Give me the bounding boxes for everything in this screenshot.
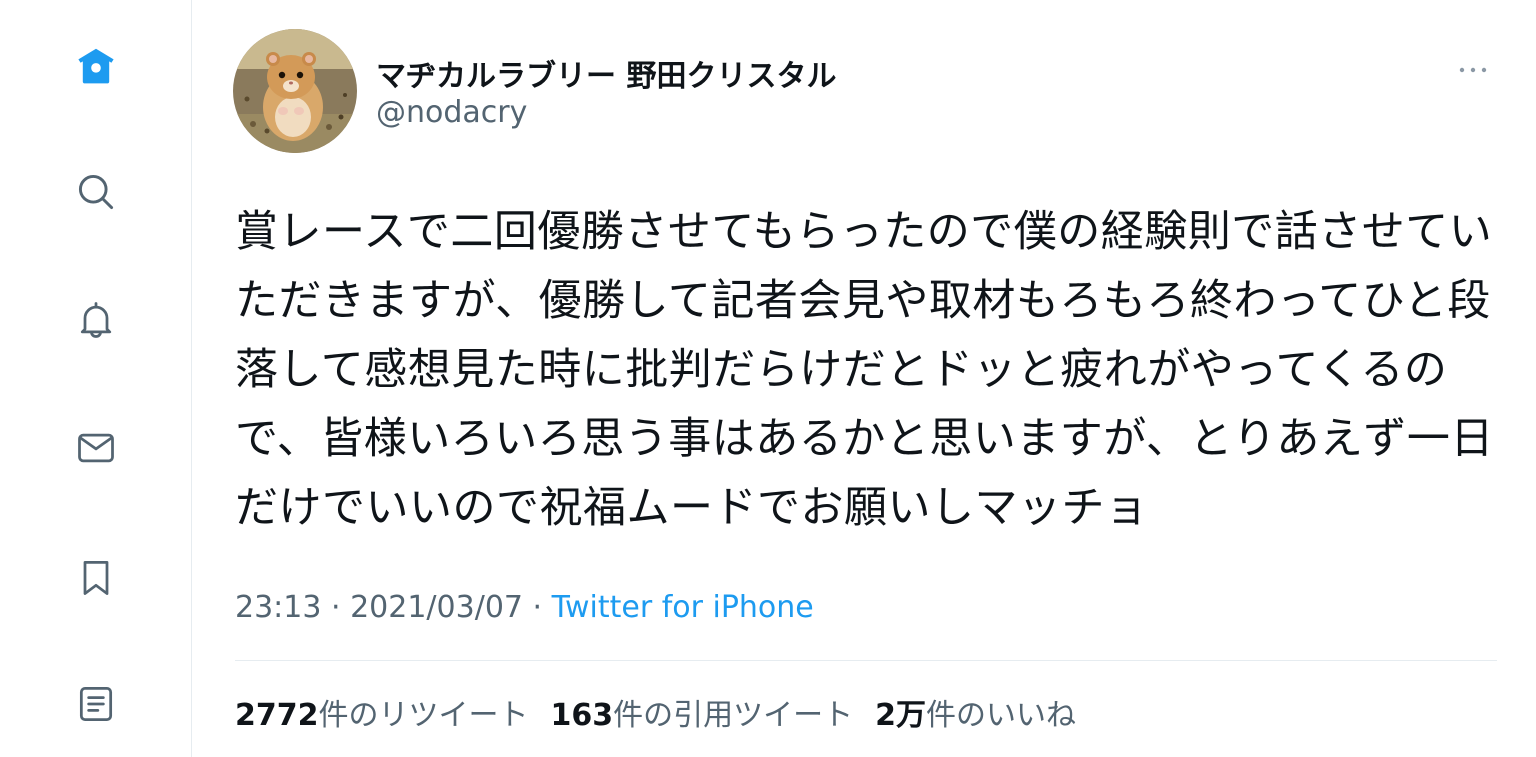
list-icon <box>79 687 113 721</box>
likes-count: 2万 <box>875 698 926 733</box>
nav-notifications[interactable] <box>70 294 122 346</box>
nav-messages[interactable] <box>70 422 122 474</box>
quotes-label: 件の引用ツイート <box>613 698 854 733</box>
bell-icon <box>80 302 112 338</box>
divider <box>235 660 1497 661</box>
tweet-detail: マヂカルラブリー 野田クリスタル @nodacry 賞レースで二回優勝させてもら… <box>193 0 1536 757</box>
tweet-meta: 23:13 · 2021/03/07 · Twitter for iPhone <box>235 590 814 625</box>
tweet-text: 賞レースで二回優勝させてもらったので僕の経験則で話させていただきますが、優勝して… <box>235 207 1494 533</box>
author-display-name[interactable]: マヂカルラブリー 野田クリスタル <box>376 51 836 95</box>
mail-icon <box>78 433 114 463</box>
hamster-avatar-image <box>233 29 357 153</box>
author-handle[interactable]: @nodacry <box>376 95 527 130</box>
more-dots-icon <box>1459 67 1487 73</box>
home-icon <box>78 48 114 84</box>
sidebar-nav <box>0 0 192 757</box>
more-options-button[interactable] <box>1451 52 1495 88</box>
nav-search[interactable] <box>70 166 122 218</box>
meta-separator: · <box>523 590 552 625</box>
quotes-count: 163 <box>550 698 614 733</box>
likes-stat[interactable]: 2万件のいいね <box>875 690 1076 734</box>
bookmark-icon <box>83 561 109 595</box>
search-icon <box>78 174 114 210</box>
retweets-count: 2772 <box>235 698 319 733</box>
retweets-stat[interactable]: 2772件のリツイート <box>235 690 529 734</box>
nav-home[interactable] <box>70 40 122 92</box>
tweet-source-link[interactable]: Twitter for iPhone <box>552 590 814 625</box>
likes-label: 件のいいね <box>926 698 1076 733</box>
tweet-time[interactable]: 23:13 <box>235 590 321 625</box>
quotes-stat[interactable]: 163件の引用ツイート <box>551 690 854 734</box>
nav-bookmarks[interactable] <box>70 552 122 604</box>
meta-separator: · <box>321 590 351 625</box>
retweets-label: 件のリツイート <box>318 698 529 733</box>
avatar[interactable] <box>233 29 357 153</box>
tweet-date[interactable]: 2021/03/07 <box>350 590 523 625</box>
nav-lists[interactable] <box>70 678 122 730</box>
tweet-stats: 2772件のリツイート 163件の引用ツイート 2万件のいいね <box>235 690 1076 734</box>
